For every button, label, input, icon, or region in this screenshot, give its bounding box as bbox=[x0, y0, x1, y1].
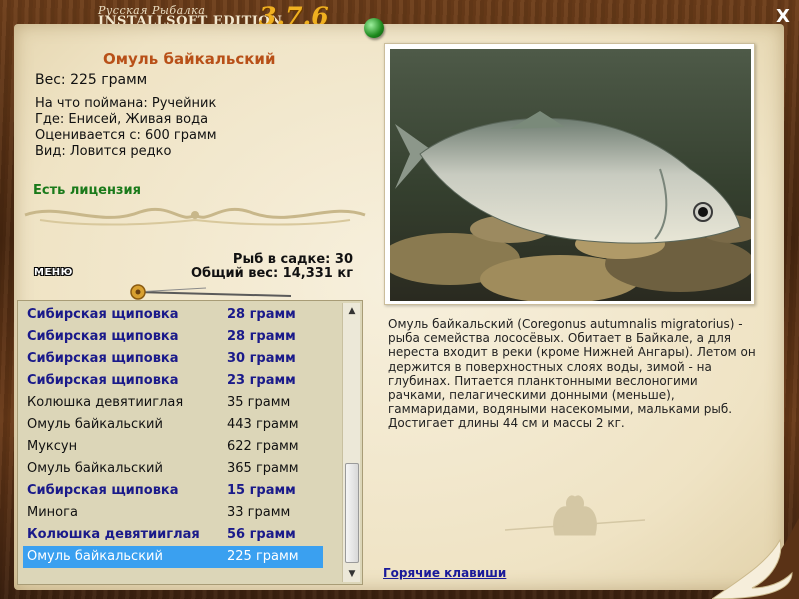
menu-button[interactable]: МЕНЮ bbox=[34, 267, 78, 281]
list-item-name: Омуль байкальский bbox=[27, 461, 163, 476]
list-item-weight: 365 грамм bbox=[227, 461, 299, 476]
list-item-weight: 56 грамм bbox=[227, 527, 296, 542]
list-item-name: Сибирская щиповка bbox=[27, 351, 179, 366]
scroll-up-icon[interactable]: ▲ bbox=[343, 303, 361, 319]
list-item-weight: 33 грамм bbox=[227, 505, 291, 520]
list-item[interactable]: Омуль байкальский 225 грамм bbox=[23, 546, 323, 568]
fish-description: Омуль байкальский (Coregonus autumnalis … bbox=[388, 317, 756, 431]
fish-photo bbox=[390, 49, 751, 301]
list-item-weight: 15 грамм bbox=[227, 483, 296, 498]
list-item-name: Колюшка девятииглая bbox=[27, 527, 200, 542]
list-item[interactable]: Сибирская щиповка 28 грамм bbox=[23, 304, 323, 326]
list-item-weight: 225 грамм bbox=[227, 549, 299, 564]
scroll-down-icon[interactable]: ▼ bbox=[343, 566, 361, 582]
list-item-weight: 28 грамм bbox=[227, 329, 296, 344]
list-item-name: Сибирская щиповка bbox=[27, 483, 179, 498]
list-item-name: Сибирская щиповка bbox=[27, 373, 179, 388]
license-status: Есть лицензия bbox=[33, 183, 141, 198]
caught-where: Где: Енисей, Живая вода bbox=[35, 112, 209, 127]
list-item-weight: 622 грамм bbox=[227, 439, 299, 454]
list-item-weight: 443 грамм bbox=[227, 417, 299, 432]
fishing-rod-icon bbox=[130, 284, 292, 300]
scroll-thumb[interactable] bbox=[345, 463, 359, 563]
list-item-weight: 28 грамм bbox=[227, 307, 296, 322]
list-item[interactable]: Омуль байкальский 443 грамм bbox=[23, 414, 323, 436]
cage-count: Рыб в садке: 30 bbox=[232, 252, 353, 267]
list-item-name: Колюшка девятииглая bbox=[27, 395, 184, 410]
hotkeys-link[interactable]: Горячие клавиши bbox=[383, 566, 506, 580]
caught-with: На что поймана: Ручейник bbox=[35, 96, 217, 111]
list-item[interactable]: Омуль байкальский 365 грамм bbox=[23, 458, 323, 480]
fish-photo-frame bbox=[384, 43, 755, 305]
fish-title: Омуль байкальский bbox=[103, 50, 276, 68]
list-item[interactable]: Колюшка девятииглая 35 грамм bbox=[23, 392, 323, 414]
list-item[interactable]: Минога 33 грамм bbox=[23, 502, 323, 524]
list-item[interactable]: Муксун 622 грамм bbox=[23, 436, 323, 458]
list-item-weight: 30 грамм bbox=[227, 351, 296, 366]
list-item-name: Омуль байкальский bbox=[27, 417, 163, 432]
angler-silhouette-icon bbox=[505, 495, 645, 536]
list-item-name: Сибирская щиповка bbox=[27, 329, 179, 344]
ornament-divider bbox=[24, 207, 366, 226]
page-curl-corner bbox=[712, 518, 799, 599]
list-item-weight: 35 грамм bbox=[227, 395, 291, 410]
catch-list[interactable]: Сибирская щиповка 28 грамм Сибирская щипов… bbox=[17, 300, 363, 585]
list-item-name: Омуль байкальский bbox=[27, 549, 163, 564]
list-item[interactable]: Колюшка девятииглая 56 грамм bbox=[23, 524, 323, 546]
list-item-name: Сибирская щиповка bbox=[27, 307, 179, 322]
list-item-name: Муксун bbox=[27, 439, 78, 454]
cage-total-weight: Общий вес: 14,331 кг bbox=[190, 266, 353, 281]
pushpin-icon bbox=[364, 18, 384, 38]
list-item-weight: 23 грамм bbox=[227, 373, 296, 388]
fish-weight: Вес: 225 грамм bbox=[35, 72, 148, 88]
list-item[interactable]: Сибирская щиповка 28 грамм bbox=[23, 326, 323, 348]
fish-kind: Вид: Ловится редко bbox=[35, 144, 172, 159]
list-item[interactable]: Сибирская щиповка 15 грамм bbox=[23, 480, 323, 502]
list-item-name: Минога bbox=[27, 505, 78, 520]
list-scrollbar[interactable]: ▲ ▼ bbox=[342, 303, 360, 582]
list-item[interactable]: Сибирская щиповка 30 грамм bbox=[23, 348, 323, 370]
list-item[interactable]: Сибирская щиповка 23 грамм bbox=[23, 370, 323, 392]
valued-from: Оценивается с: 600 грамм bbox=[35, 128, 217, 143]
